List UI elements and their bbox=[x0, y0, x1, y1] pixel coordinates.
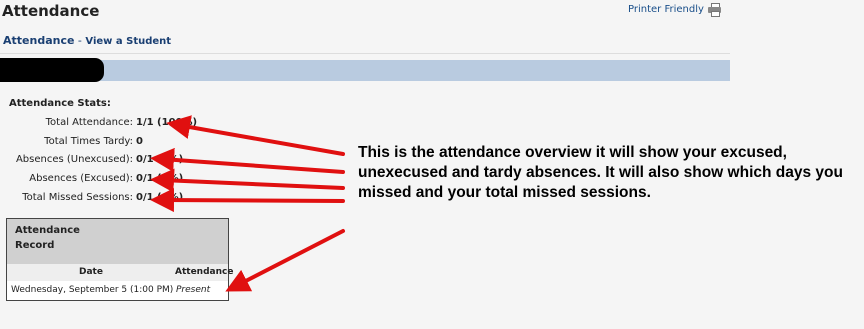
stat-label: Absences (Excused): bbox=[29, 173, 133, 184]
col-date[interactable]: Date bbox=[79, 267, 103, 277]
stat-value: 0 bbox=[136, 136, 143, 147]
table-header: Date Attendance bbox=[7, 264, 233, 281]
breadcrumb-separator: - bbox=[74, 34, 86, 47]
table-row: Wednesday, September 5 (1:00 PM) Present bbox=[7, 282, 228, 299]
attendance-record-title: Attendance Record bbox=[7, 219, 228, 264]
col-attendance[interactable]: Attendance bbox=[175, 267, 233, 277]
annotation-callout: This is the attendance overview it will … bbox=[358, 144, 843, 201]
breadcrumb-attendance[interactable]: Attendance bbox=[3, 34, 74, 47]
stat-value: 0/1 (0%) bbox=[136, 173, 184, 184]
printer-icon[interactable] bbox=[707, 3, 721, 17]
stat-value: 0/1 (0%) bbox=[136, 192, 184, 203]
student-name-bar bbox=[0, 60, 730, 81]
stat-total-missed: Total Missed Sessions: 0/1 (0%) bbox=[0, 192, 330, 208]
stat-value: 1/1 (100%) bbox=[136, 117, 198, 128]
breadcrumb: Attendance - View a Student bbox=[3, 34, 171, 47]
stat-absences-unexcused: Absences (Unexcused): 0/1 (0%) bbox=[0, 154, 330, 170]
attendance-stats-heading: Attendance Stats: bbox=[9, 98, 111, 109]
stat-total-tardy: Total Times Tardy: 0 bbox=[0, 136, 330, 152]
record-title-line2: Record bbox=[15, 240, 55, 251]
record-title-line1: Attendance bbox=[15, 225, 80, 236]
stat-label: Absences (Unexcused): bbox=[15, 154, 133, 165]
attendance-record-table: Attendance Record Date Attendance Wednes… bbox=[6, 218, 233, 301]
stat-value: 0/1 (0%) bbox=[136, 154, 184, 165]
stat-absences-excused: Absences (Excused): 0/1 (0%) bbox=[0, 173, 330, 189]
arrow-record bbox=[225, 229, 345, 292]
stat-label: Total Missed Sessions: bbox=[22, 192, 133, 203]
printer-friendly-link[interactable]: Printer Friendly bbox=[628, 3, 721, 17]
cell-date: Wednesday, September 5 (1:00 PM) bbox=[11, 285, 174, 295]
cell-attendance: Present bbox=[176, 285, 211, 295]
stat-label: Total Attendance: bbox=[45, 117, 133, 128]
header-divider bbox=[0, 53, 730, 54]
redacted-student-name bbox=[0, 58, 104, 82]
stat-label: Total Times Tardy: bbox=[44, 136, 133, 147]
printer-friendly-label[interactable]: Printer Friendly bbox=[628, 4, 704, 15]
page-title: Attendance bbox=[2, 2, 100, 20]
breadcrumb-view-student: View a Student bbox=[85, 36, 172, 47]
stat-total-attendance: Total Attendance: 1/1 (100%) bbox=[0, 117, 330, 133]
